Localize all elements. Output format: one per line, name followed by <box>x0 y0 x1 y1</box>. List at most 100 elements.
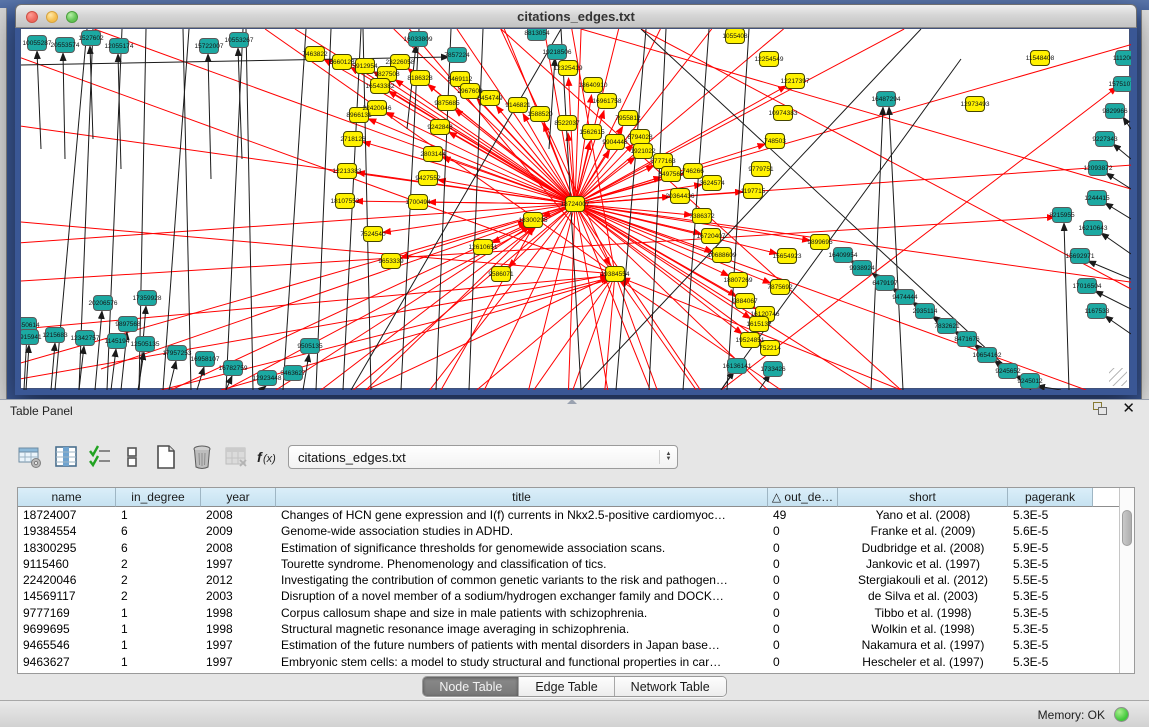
graph-node-label: 12973493 <box>961 101 990 108</box>
column-header-name[interactable]: name <box>18 488 116 507</box>
tab-edge-table[interactable]: Edge Table <box>519 677 614 696</box>
tab-network-table[interactable]: Network Table <box>615 677 726 696</box>
column-header-year[interactable]: year <box>201 488 276 507</box>
graph-node-label: 9875685 <box>434 100 460 107</box>
table-options-icon[interactable] <box>16 442 44 472</box>
table-row[interactable]: 969969511998Structural magnetic resonanc… <box>18 621 1121 637</box>
table-row[interactable]: 911546021997Tourette syndrome. Phenomeno… <box>18 556 1121 572</box>
table-cell: 6 <box>116 540 201 556</box>
graph-node-label: 8186328 <box>407 75 433 82</box>
graph-node-label: 12505135 <box>131 341 160 348</box>
close-panel-icon[interactable]: ✕ <box>1122 402 1135 416</box>
graph-node-label: 1615132 <box>746 321 772 328</box>
table-row[interactable]: 946362711997Embryonic stem cells: a mode… <box>18 654 1121 670</box>
table-cell: 9463627 <box>18 654 116 670</box>
graph-node-label: 12610651 <box>469 244 498 251</box>
graph-node-label: 8660128 <box>329 59 355 66</box>
resize-grip[interactable] <box>1109 368 1127 386</box>
graph-edge <box>169 361 176 390</box>
table-cell: Dudbridge et al. (2008) <box>838 540 1008 556</box>
graph-node-label: 9653339 <box>378 258 404 265</box>
graph-node-label: 1112006 <box>1113 55 1131 62</box>
graph-node-label: 20206576 <box>89 300 118 307</box>
network-canvas[interactable]: 1872400774638228660128591295423226058982… <box>20 28 1130 389</box>
float-panel-icon[interactable] <box>1093 402 1108 416</box>
show-columns-icon[interactable] <box>52 442 80 472</box>
table-cell: 1 <box>116 654 201 670</box>
screen: citations_edges.txt 18724007746382286601… <box>0 0 1149 727</box>
table-tabs: Node TableEdge TableNetwork Table <box>0 676 1149 697</box>
vertical-scrollbar[interactable] <box>1119 488 1134 673</box>
delete-column-icon[interactable] <box>188 442 216 472</box>
graph-node-label: 9474444 <box>892 294 918 301</box>
table-cell: Structural magnetic resonance image aver… <box>276 621 768 637</box>
window-titlebar[interactable]: citations_edges.txt <box>15 4 1137 28</box>
graph-edge <box>163 29 189 390</box>
table-cell: de Silva et al. (2003) <box>838 588 1008 604</box>
table-panel-title: Table Panel <box>10 404 73 418</box>
graph-node-label: 1244415 <box>1084 195 1110 202</box>
table-row[interactable]: 1872400712008Changes of HCN gene express… <box>18 507 1121 523</box>
graph-node-label: 16720407 <box>697 233 726 240</box>
table-cell: 2 <box>116 572 201 588</box>
table-cell: Stergiakouli et al. (2012) <box>838 572 1008 588</box>
graph-node-label: 8454749 <box>477 95 503 102</box>
graph-node-label: 9427552 <box>415 175 441 182</box>
graph-node-label: 1700494 <box>405 199 431 206</box>
table-cell: 0 <box>768 556 838 572</box>
column-header-title[interactable]: title <box>276 488 768 507</box>
table-cell: 6 <box>116 523 201 539</box>
graph-node-label: 23226058 <box>386 59 415 66</box>
table-cell: 0 <box>768 523 838 539</box>
table-row[interactable]: 946554611997Estimation of the future num… <box>18 637 1121 653</box>
graph-node-label: 18724007 <box>561 201 590 208</box>
table-cell: 2012 <box>201 572 276 588</box>
table-row[interactable]: 2242004622012Investigating the contribut… <box>18 572 1121 588</box>
table-cell: 1 <box>116 637 201 653</box>
memory-ok-led <box>1114 707 1129 722</box>
graph-node-label: 15654923 <box>773 253 802 260</box>
graph-node-label: 16210643 <box>1079 225 1108 232</box>
table-cell: Wolkin et al. (1998) <box>838 621 1008 637</box>
table-cell: Genome-wide association studies in ADHD. <box>276 523 768 539</box>
graph-node-label: 8471676 <box>954 336 980 343</box>
graph-node-label: 1145194 <box>105 338 130 345</box>
graph-node-label: 1562615 <box>579 129 605 136</box>
table-cell: 1998 <box>201 621 276 637</box>
graph-node-label: 9146821 <box>505 102 531 109</box>
tab-node-table[interactable]: Node Table <box>423 677 519 696</box>
graph-node-label: 16487294 <box>872 96 901 103</box>
table-cell: 1997 <box>201 556 276 572</box>
graph-edge <box>111 349 116 390</box>
graph-node-label: 16961758 <box>593 98 622 105</box>
column-header-out_de[interactable]: △ out_de… <box>768 488 838 507</box>
graph-node-label: 6794028 <box>627 134 653 141</box>
network-table-selector[interactable]: citations_edges.txt ▲▼ <box>288 445 678 469</box>
graph-node-label: 7832621 <box>934 323 960 330</box>
column-header-pagerank[interactable]: pagerank <box>1008 488 1093 507</box>
scrollbar-thumb[interactable] <box>1122 510 1132 546</box>
function-builder-icon[interactable]: f (x) <box>254 442 282 472</box>
graph-node-label: 12055174 <box>105 43 134 50</box>
table-cell: 9115460 <box>18 556 116 572</box>
table-row[interactable]: 1830029562008Estimation of significance … <box>18 540 1121 556</box>
graph-node-label: 8215955 <box>1049 212 1075 219</box>
table-cell: Tourette syndrome. Phenomenology and cla… <box>276 556 768 572</box>
graph-edge <box>575 204 777 254</box>
column-header-short[interactable]: short <box>838 488 1008 507</box>
table-cell: Franke et al. (2009) <box>838 523 1008 539</box>
select-all-icon[interactable] <box>86 442 114 472</box>
table-panel: Table Panel ✕ <box>0 399 1149 700</box>
table-row[interactable]: 1938455462009Genome-wide association stu… <box>18 523 1121 539</box>
create-column-icon[interactable] <box>152 442 180 472</box>
window-title: citations_edges.txt <box>16 9 1136 24</box>
table-cell: Embryonic stem cells: a model to study s… <box>276 654 768 670</box>
table-row[interactable]: 1456911722003Disruption of a novel membe… <box>18 588 1121 604</box>
memory-status-label: Memory: OK <box>1038 708 1105 722</box>
graph-edge <box>1101 233 1131 254</box>
deselect-all-icon[interactable] <box>118 442 146 472</box>
column-header-in_degree[interactable]: in_degree <box>116 488 201 507</box>
table-body: 1872400712008Changes of HCN gene express… <box>18 507 1121 670</box>
table-row[interactable]: 977716911998Corpus callosum shape and si… <box>18 605 1121 621</box>
graph-node-label: 10654162 <box>973 352 1002 359</box>
